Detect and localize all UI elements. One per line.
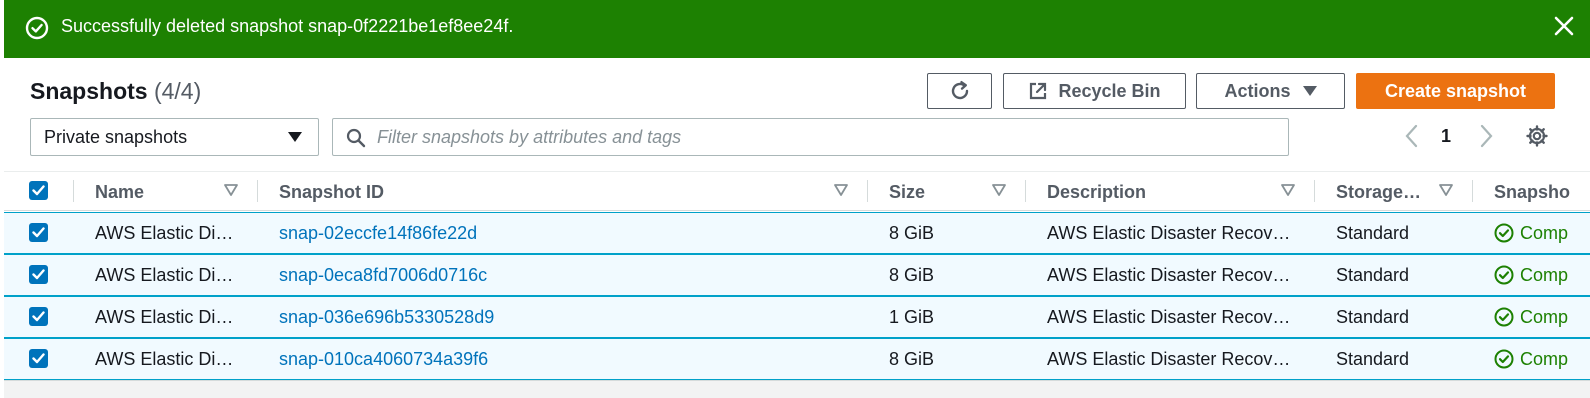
row-checkbox[interactable] [29, 265, 48, 284]
select-all-checkbox[interactable] [29, 181, 48, 200]
column-divider [867, 180, 868, 202]
row-size: 1 GiB [889, 307, 935, 327]
sort-caret-icon[interactable] [1281, 184, 1295, 196]
checkmark-icon [32, 227, 45, 238]
row-description: AWS Elastic Disaster Recov… [1047, 223, 1291, 243]
status-text: Comp [1520, 265, 1569, 285]
snapshot-id-link[interactable]: snap-010ca4060734a39f6 [279, 348, 488, 370]
success-flash-banner: Successfully deleted snapshot snap-0f222… [4, 0, 1590, 58]
external-link-icon [1030, 82, 1047, 100]
refresh-icon [951, 81, 968, 100]
column-header-name[interactable]: Name [95, 182, 144, 203]
column-divider [73, 180, 74, 202]
row-name: AWS Elastic Di… [95, 307, 234, 327]
chevron-left-icon[interactable] [1402, 124, 1422, 148]
selection-count: (4/4) [153, 78, 202, 104]
row-status: Comp [1494, 306, 1568, 328]
row-status: Comp [1494, 264, 1568, 286]
sort-caret-icon[interactable] [992, 184, 1006, 196]
row-checkbox[interactable] [29, 223, 48, 242]
row-description: AWS Elastic Disaster Recov… [1047, 265, 1291, 285]
caret-down-icon [288, 132, 302, 142]
column-header-snapshot-status[interactable]: Snapsho [1494, 182, 1570, 203]
row-size: 8 GiB [889, 223, 935, 243]
row-size: 8 GiB [889, 265, 935, 285]
flash-message: Successfully deleted snapshot snap-0f222… [61, 16, 514, 36]
check-circle-icon [1494, 265, 1514, 285]
row-status: Comp [1494, 348, 1568, 370]
check-circle-icon [1494, 349, 1514, 369]
check-circle-icon [25, 16, 49, 40]
select-value: Private snapshots [44, 126, 188, 147]
column-header-snapshot-id[interactable]: Snapshot ID [279, 182, 384, 203]
gear-icon[interactable] [1525, 124, 1549, 148]
filter-search-box[interactable] [332, 118, 1289, 156]
search-input[interactable] [377, 123, 1257, 151]
row-description: AWS Elastic Disaster Recov… [1047, 349, 1291, 369]
column-header-size[interactable]: Size [889, 182, 925, 203]
recycle-bin-button[interactable]: Recycle Bin [1003, 73, 1186, 109]
snapshot-id-link[interactable]: snap-036e696b5330528d9 [279, 306, 494, 328]
row-name: AWS Elastic Di… [95, 349, 234, 369]
sort-caret-icon[interactable] [224, 184, 238, 196]
checkmark-icon [32, 269, 45, 280]
caret-down-icon [1302, 86, 1317, 96]
row-size: 8 GiB [889, 349, 935, 369]
create-snapshot-button[interactable]: Create snapshot [1356, 73, 1555, 109]
sort-caret-icon[interactable] [834, 184, 848, 196]
actions-dropdown-button[interactable]: Actions [1196, 73, 1345, 109]
column-divider [1314, 180, 1315, 202]
search-icon [346, 128, 366, 148]
snapshot-id-link[interactable]: snap-02eccfe14f86fe22d [279, 222, 477, 244]
status-text: Comp [1520, 223, 1569, 243]
row-description: AWS Elastic Disaster Recov… [1047, 307, 1291, 327]
checkmark-icon [32, 185, 45, 196]
refresh-button[interactable] [927, 73, 992, 109]
snapshot-ownership-select[interactable]: Private snapshots [30, 118, 319, 156]
check-circle-icon [1494, 223, 1514, 243]
row-storage-tier: Standard [1336, 223, 1410, 243]
column-header-description[interactable]: Description [1047, 182, 1146, 203]
row-name: AWS Elastic Di… [95, 223, 234, 243]
row-storage-tier: Standard [1336, 265, 1410, 285]
chevron-right-icon[interactable] [1476, 124, 1496, 148]
row-checkbox[interactable] [29, 349, 48, 368]
page-title: Snapshots (4/4) [30, 78, 201, 104]
status-text: Comp [1520, 349, 1569, 369]
recycle-bin-label: Recycle Bin [1058, 80, 1161, 101]
row-checkbox[interactable] [29, 307, 48, 326]
column-divider [1025, 180, 1026, 202]
snapshot-id-link[interactable]: snap-0eca8fd7006d0716c [279, 264, 487, 286]
row-name: AWS Elastic Di… [95, 265, 234, 285]
table-footer-strip [4, 380, 1590, 398]
row-storage-tier: Standard [1336, 349, 1410, 369]
checkmark-icon [32, 353, 45, 364]
current-page-number[interactable]: 1 [1441, 126, 1451, 147]
row-storage-tier: Standard [1336, 307, 1410, 327]
column-header-storage-tier[interactable]: Storage… [1336, 182, 1421, 203]
check-circle-icon [1494, 307, 1514, 327]
title-text: Snapshots [30, 78, 148, 104]
row-status: Comp [1494, 222, 1568, 244]
status-text: Comp [1520, 307, 1569, 327]
sort-caret-icon[interactable] [1439, 184, 1453, 196]
column-divider [257, 180, 258, 202]
close-icon[interactable] [1552, 14, 1576, 38]
column-divider [1472, 180, 1473, 202]
checkmark-icon [32, 311, 45, 322]
actions-label: Actions [1224, 80, 1291, 101]
